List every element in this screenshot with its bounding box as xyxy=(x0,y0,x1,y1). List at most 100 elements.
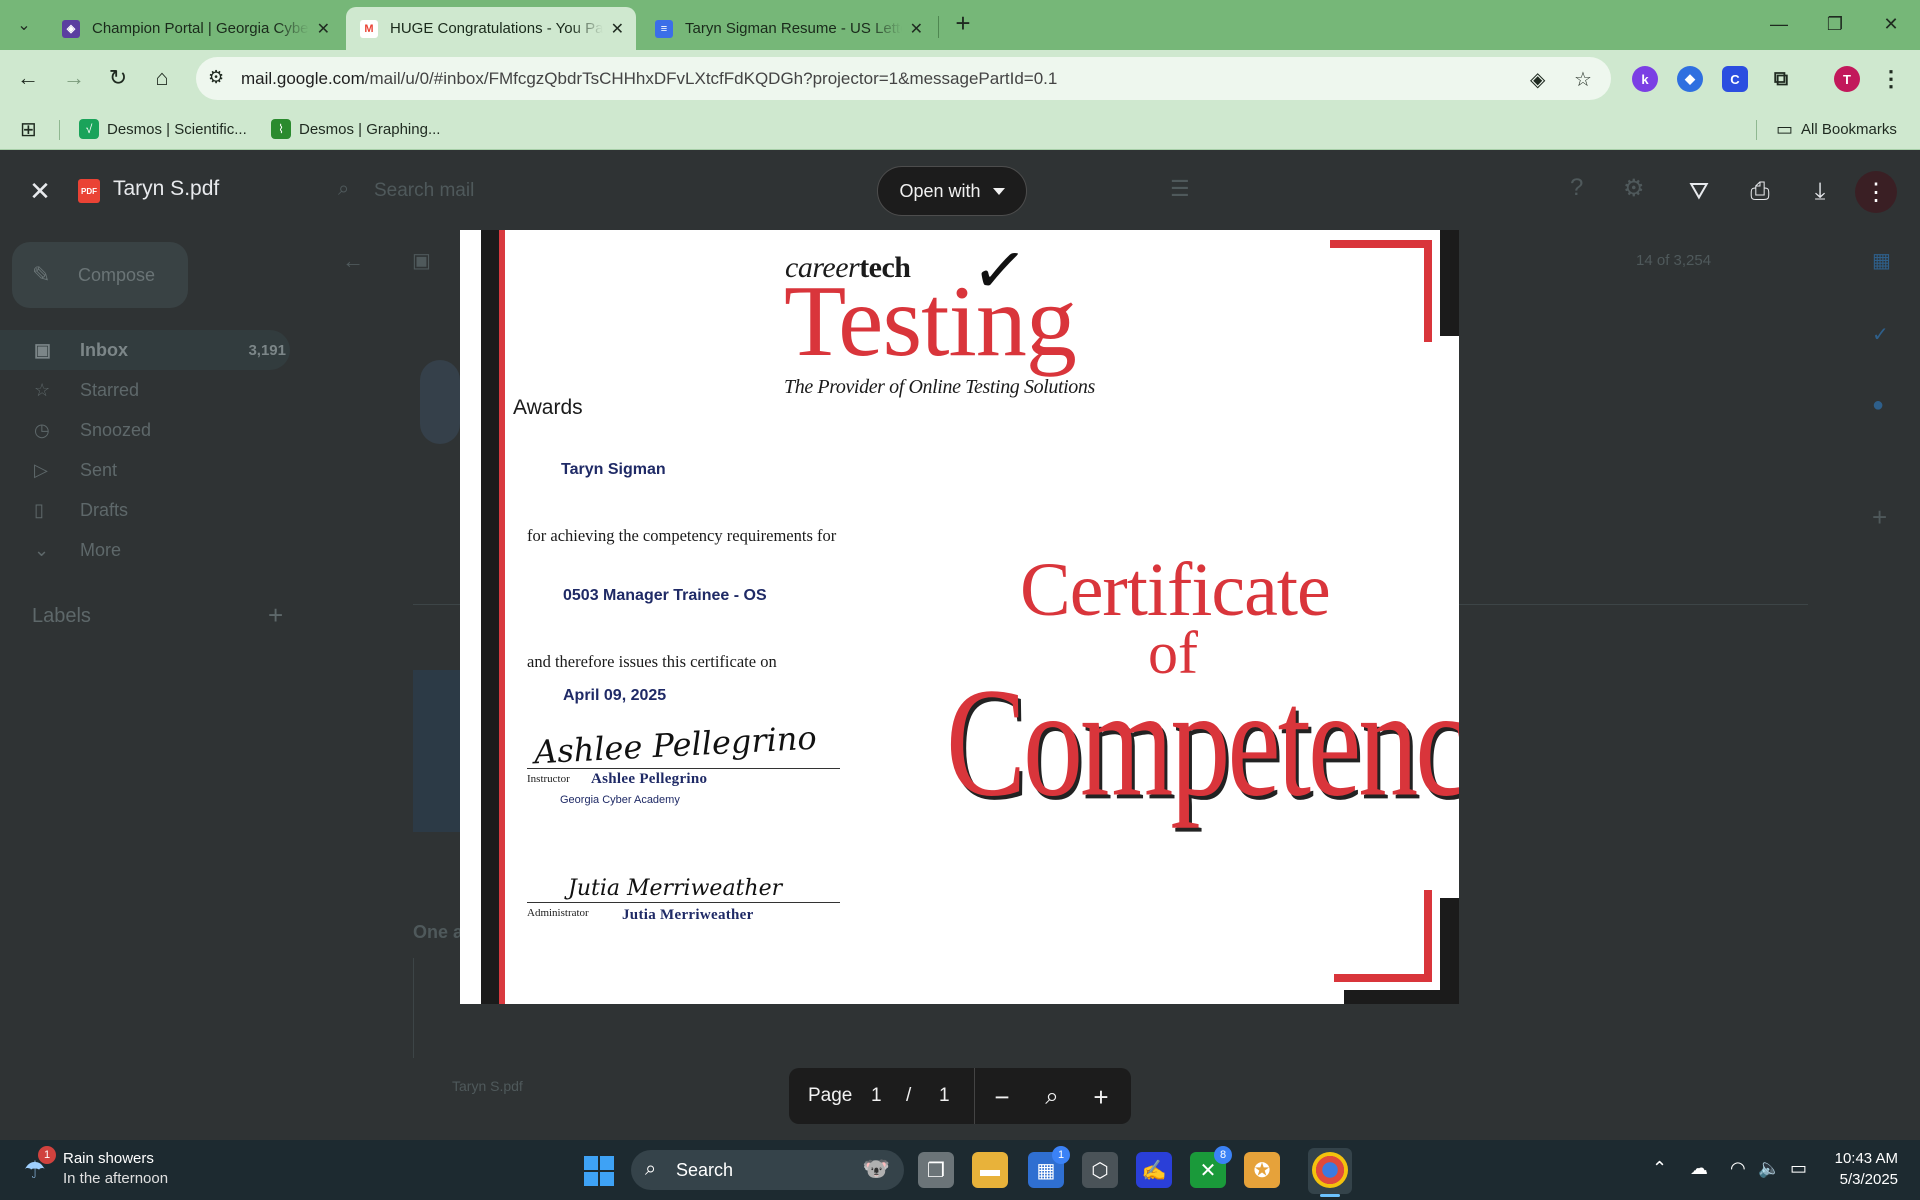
close-tab-icon[interactable]: ✕ xyxy=(910,19,923,39)
instructor-role: Instructor xyxy=(527,773,570,785)
draft-icon: ▯ xyxy=(34,499,44,520)
zoom-out-icon[interactable]: − xyxy=(985,1080,1019,1114)
all-bookmarks-label: All Bookmarks xyxy=(1801,120,1897,138)
tab-huge-congratulations[interactable]: M HUGE Congratulations - You Passed ✕ xyxy=(346,7,636,50)
more-options-icon[interactable]: ⋮ xyxy=(1855,171,1897,213)
xbox-icon[interactable]: ✕ 8 xyxy=(1190,1146,1232,1188)
windows-start-icon[interactable] xyxy=(584,1156,614,1186)
viewer-file-name: Taryn S.pdf xyxy=(113,177,220,200)
tasks-icon: ✓ xyxy=(1872,324,1889,346)
nav-inbox: ▣ Inbox 3,191 xyxy=(0,330,290,370)
forward-icon[interactable]: → xyxy=(56,60,92,96)
extension-shield-icon[interactable]: ◆ xyxy=(1677,66,1703,92)
nav-label: More xyxy=(80,539,122,560)
folder-icon: ▭ xyxy=(1776,118,1794,139)
zoom-in-icon[interactable]: + xyxy=(1084,1080,1118,1114)
add-label-icon: + xyxy=(268,600,284,630)
battery-icon[interactable]: ▭ xyxy=(1790,1158,1807,1179)
nav-starred: ☆ Starred xyxy=(0,370,290,410)
bottom-right-corner xyxy=(1334,890,1459,1004)
pdf-file-icon: PDF xyxy=(78,179,100,203)
tab-search-chevron-icon[interactable]: ⌄ xyxy=(8,10,40,40)
extensions-puzzle-icon[interactable]: ⧉ xyxy=(1768,66,1794,92)
new-tab-button[interactable]: + xyxy=(947,8,979,40)
url-text[interactable]: mail.google.com/mail/u/0/#inbox/FMfcgzQb… xyxy=(241,69,1057,89)
taskbar-search[interactable]: ⌕ Search 🐨 xyxy=(631,1150,904,1190)
add-addon-icon: + xyxy=(1872,502,1888,532)
profile-avatar[interactable]: T xyxy=(1834,66,1860,92)
email-image-block xyxy=(413,670,461,832)
logo-tagline: The Provider of Online Testing Solutions xyxy=(784,376,1095,398)
open-with-label: Open with xyxy=(899,180,981,201)
extension-c-icon[interactable]: C xyxy=(1722,66,1748,92)
close-viewer-icon[interactable]: ✕ xyxy=(22,174,58,210)
rewards-icon[interactable]: ✪ xyxy=(1244,1152,1280,1188)
microsoft-store-icon[interactable]: ▦ 1 xyxy=(1028,1146,1070,1188)
minimize-icon[interactable]: — xyxy=(1750,0,1808,48)
home-icon[interactable]: ⌂ xyxy=(144,60,180,96)
nav-sent: ▷ Sent xyxy=(0,450,290,490)
inbox-icon: ▣ xyxy=(34,339,52,360)
show-hidden-icons-icon[interactable]: ⌃ xyxy=(1652,1158,1667,1179)
chrome-icon[interactable] xyxy=(1312,1152,1348,1188)
chrome-menu-icon[interactable]: ⋮ xyxy=(1878,66,1904,92)
weather-title: Rain showers xyxy=(63,1150,154,1167)
wifi-icon[interactable]: ◠ xyxy=(1730,1158,1746,1179)
desmos-scientific-icon: √ xyxy=(79,119,99,139)
instructor-name: Ashlee Pellegrino xyxy=(591,771,708,787)
print-icon[interactable]: ⎙ xyxy=(1742,174,1778,210)
signature-line xyxy=(527,902,840,903)
divider xyxy=(413,958,414,1058)
settings-app-icon[interactable]: ⬡ xyxy=(1082,1152,1118,1188)
close-tab-icon[interactable]: ✕ xyxy=(317,19,330,39)
settings-icon: ⚙ xyxy=(1623,175,1645,202)
volume-icon[interactable]: 🔈 xyxy=(1758,1158,1780,1179)
edit-app-icon[interactable]: ✍ xyxy=(1136,1152,1172,1188)
restore-icon[interactable]: ❐ xyxy=(1806,0,1864,48)
zoom-fit-icon[interactable]: ⌕ xyxy=(1035,1080,1069,1114)
pager-divider xyxy=(974,1068,975,1124)
file-explorer-icon[interactable]: ▬ xyxy=(972,1152,1008,1188)
help-icon: ? xyxy=(1570,174,1584,201)
active-indicator xyxy=(1320,1194,1340,1197)
task-view-icon[interactable]: ❐ xyxy=(918,1152,954,1188)
dropdown-caret-icon xyxy=(992,187,1005,195)
system-clock[interactable]: 10:43 AM 5/3/2025 xyxy=(1828,1148,1898,1190)
all-bookmarks-button[interactable]: ▭ All Bookmarks xyxy=(1776,116,1897,142)
tab-champion-portal[interactable]: ◈ Champion Portal | Georgia Cyber Academ… xyxy=(48,7,342,50)
open-with-button[interactable]: Open with xyxy=(877,166,1027,216)
bookmark-desmos-graphing[interactable]: ⌇ Desmos | Graphing... xyxy=(271,116,440,142)
extension-k-icon[interactable]: k xyxy=(1632,66,1658,92)
pencil-icon: ✎ xyxy=(32,262,51,287)
bookmark-desmos-scientific[interactable]: √ Desmos | Scientific... xyxy=(79,116,247,142)
site-info-icon[interactable]: ⚙ xyxy=(208,67,232,91)
testing-logo: Testing xyxy=(784,265,1077,378)
docs-favicon-icon: ≡ xyxy=(655,19,673,38)
bookmark-separator xyxy=(1756,120,1757,140)
awards-label: Awards xyxy=(513,396,583,419)
reload-icon[interactable]: ↻ xyxy=(100,60,136,96)
nav-label: Inbox xyxy=(80,339,128,360)
close-tab-icon[interactable]: ✕ xyxy=(611,19,624,39)
download-icon[interactable]: ⤓ xyxy=(1802,174,1838,210)
add-to-drive-icon[interactable]: ⛛ xyxy=(1681,174,1717,210)
tab-resume[interactable]: ≡ Taryn Sigman Resume - US Letter ✕ xyxy=(641,7,935,50)
search-icon: ⌕ xyxy=(645,1158,657,1180)
page-separator: / xyxy=(906,1085,912,1106)
onedrive-icon[interactable]: ☁ xyxy=(1690,1158,1708,1179)
administrator-signature: Jutia Merriweather xyxy=(568,876,783,901)
back-icon[interactable]: ← xyxy=(10,60,46,96)
bookmark-star-icon[interactable]: ☆ xyxy=(1574,67,1592,92)
tab-title: Taryn Sigman Resume - US Letter xyxy=(685,20,902,37)
top-right-corner xyxy=(1330,230,1459,342)
windows-taskbar: ☂ 1 Rain showers In the afternoon ⌕ Sear… xyxy=(0,1140,1920,1200)
search-icon: ⌕ xyxy=(338,178,350,200)
address-bar[interactable]: ⚙ mail.google.com/mail/u/0/#inbox/FMfcgz… xyxy=(196,57,1611,100)
close-window-icon[interactable]: ✕ xyxy=(1862,0,1920,48)
apps-grid-icon[interactable]: ⊞ xyxy=(20,116,37,142)
filter-icon: ☰ xyxy=(1170,176,1190,201)
lens-icon[interactable]: ◈ xyxy=(1530,67,1545,92)
administrator-role: Administrator xyxy=(527,907,589,919)
sender-avatar xyxy=(420,360,460,444)
current-page-input[interactable]: 1 xyxy=(871,1085,882,1107)
